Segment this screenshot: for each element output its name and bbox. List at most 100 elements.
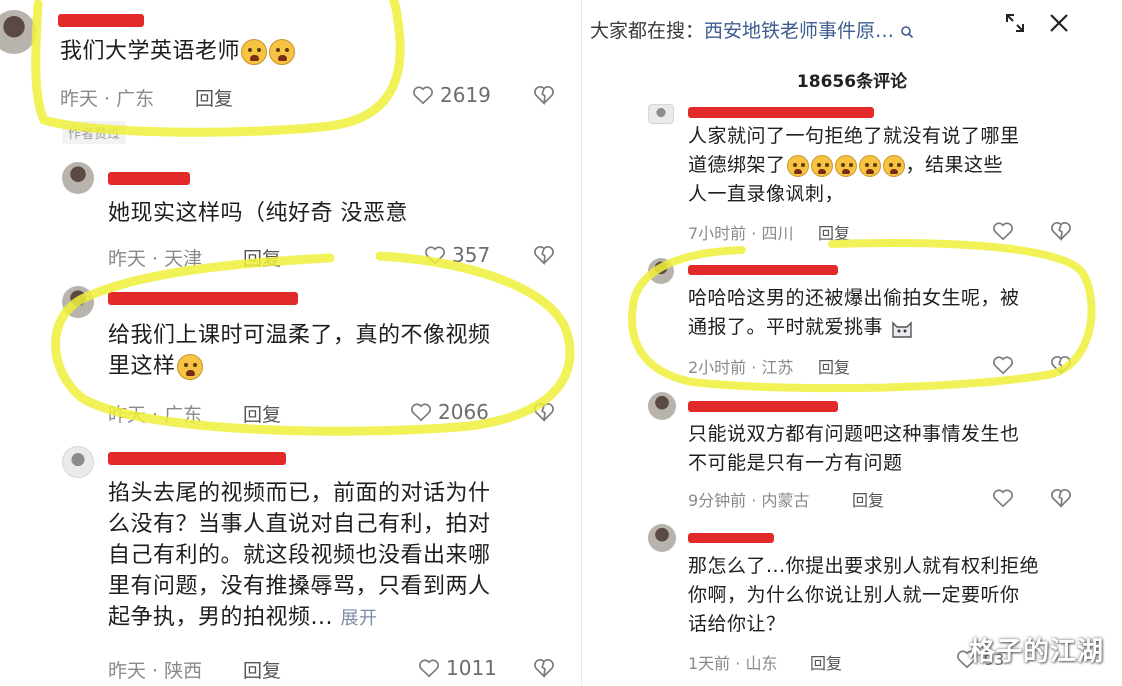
redacted-username — [688, 107, 874, 118]
expand-link[interactable]: 展开 — [340, 608, 377, 629]
redacted-username — [108, 452, 286, 465]
dislike-icon[interactable] — [1050, 487, 1072, 509]
comment-text-line: 自己有利的。就这段视频也没看出来哪 — [108, 543, 491, 568]
comment-text: 掐头去尾的视频而已，前面的对话为什 么没有？当事人直说对自己有利，拍对 自己有利… — [108, 478, 578, 634]
heart-icon[interactable] — [992, 488, 1014, 508]
heart-icon — [413, 86, 433, 105]
reply-button[interactable]: 回复 — [810, 650, 842, 674]
author-liked-badge: 作者赞过 — [62, 121, 127, 144]
comment-time-location: 昨天 · 天津 — [108, 248, 203, 270]
search-prefix: 大家都在搜： — [590, 20, 705, 42]
dislike-icon[interactable] — [533, 401, 555, 423]
comment-text-line: 里这样 — [108, 351, 578, 382]
comment-text-line: 么没有？当事人直说对自己有利，拍对 — [108, 512, 491, 537]
like-count: 2066 — [438, 400, 489, 424]
redacted-username — [108, 292, 298, 305]
avatar[interactable] — [62, 446, 94, 478]
watermark-text: 格子的江湖 — [968, 637, 1104, 667]
comment-text-line: 掐头去尾的视频而已，前面的对话为什 — [108, 481, 491, 506]
dislike-icon[interactable] — [533, 244, 555, 266]
comment-time-location: 昨天 · 广东 — [108, 404, 203, 426]
redacted-username — [688, 265, 838, 275]
comment-text-line: 里有问题，没有推搡辱骂，只看到两人 — [108, 574, 491, 599]
heart-icon — [425, 246, 445, 265]
comment-text-content: 通报了。平时就爱挑事 — [688, 316, 884, 338]
crying-emoji-icon — [269, 39, 296, 65]
laughing-emoji-icon — [834, 154, 857, 177]
comment-time-location: 昨天 · 广东 — [60, 88, 155, 110]
like-count: 1011 — [446, 656, 497, 680]
like-count: 2619 — [440, 83, 491, 107]
laughing-emoji-icon — [858, 154, 881, 177]
reply-button[interactable]: 回复 — [818, 220, 850, 244]
search-icon — [901, 25, 914, 38]
comment-text-content: 我们大学英语老师 — [60, 39, 241, 64]
avatar[interactable] — [648, 104, 674, 124]
comment-item: 人家就问了一句拒绝了就没有说了哪里 道德绑架了 ，结果这些 人一直录像讽刺， 7小… — [582, 100, 1122, 245]
redacted-username — [108, 172, 190, 185]
heart-icon — [419, 659, 439, 678]
avatar[interactable] — [648, 258, 674, 284]
comment-text: 只能说双方都有问题吧这种事情发生也 不可能是只有一方有问题 — [688, 420, 1118, 478]
laughing-emoji-icon — [810, 154, 833, 177]
comment-time-location: 1天前 · 山东 — [688, 654, 778, 673]
reply-button[interactable]: 回复 — [852, 487, 884, 511]
close-icon[interactable] — [1046, 10, 1072, 36]
comment-text-content: ，结果这些 — [905, 154, 1004, 176]
cat-emoji-icon — [891, 320, 912, 338]
comment-text-content: 起争执，男的拍视频... — [108, 605, 333, 630]
like-button[interactable]: 2619 — [412, 83, 491, 107]
comment-time-location: 9分钟前 · 内蒙古 — [688, 491, 810, 510]
comment-item: 只能说双方都有问题吧这种事情发生也 不可能是只有一方有问题 9分钟前 · 内蒙古… — [582, 390, 1122, 515]
avatar[interactable] — [648, 392, 676, 420]
comment-text-line: 起争执，男的拍视频... 展开 — [108, 602, 578, 634]
dislike-icon[interactable] — [1050, 354, 1072, 376]
comment-text-line: 人一直录像讽刺， — [688, 183, 845, 205]
comment-item: 我们大学英语老师 昨天 · 广东 回复 2619 作者赞过 — [0, 0, 582, 144]
comment-time-location: 2小时前 · 江苏 — [688, 358, 794, 377]
comment-text-line: 给我们上课时可温柔了，真的不像视频 — [108, 323, 491, 348]
like-count: 357 — [452, 243, 491, 267]
like-button[interactable]: 2066 — [410, 400, 489, 424]
dislike-icon[interactable] — [533, 84, 555, 106]
reply-button[interactable]: 回复 — [195, 84, 233, 111]
comment-text-line: 不可能是只有一方有问题 — [688, 452, 903, 474]
comment-time-location: 7小时前 · 四川 — [688, 224, 794, 243]
heart-icon[interactable] — [992, 221, 1014, 241]
comment-text-content: 道德绑架了 — [688, 154, 786, 176]
dislike-icon[interactable] — [533, 657, 555, 679]
comment-text: 哈哈哈这男的还被爆出偷拍女生呢，被 通报了。平时就爱挑事 — [688, 284, 1118, 342]
comment-text-line: 只能说双方都有问题吧这种事情发生也 — [688, 423, 1020, 445]
comment-text-content: 里这样 — [108, 354, 176, 379]
redacted-username — [688, 401, 838, 412]
comment-time-location: 昨天 · 陕西 — [108, 660, 203, 682]
reply-button[interactable]: 回复 — [243, 400, 281, 427]
comment-text: 我们大学英语老师 — [60, 36, 296, 67]
like-button[interactable]: 1011 — [418, 656, 497, 680]
reply-button[interactable]: 回复 — [243, 656, 281, 683]
hot-search-bar[interactable]: 大家都在搜：西安地铁老师事件原… — [590, 16, 914, 43]
avatar[interactable] — [62, 286, 94, 318]
reply-button[interactable]: 回复 — [818, 354, 850, 378]
right-comment-panel: 大家都在搜：西安地铁老师事件原… 18656条评论 人家就问了一句拒绝了就没有说… — [582, 0, 1122, 686]
comment-item: 给我们上课时可温柔了，真的不像视频 里这样 昨天 · 广东 回复 2066 — [0, 276, 582, 436]
search-term-link[interactable]: 西安地铁老师事件原… — [704, 20, 894, 42]
laughing-emoji-icon — [882, 154, 905, 177]
left-comment-panel: 我们大学英语老师 昨天 · 广东 回复 2619 作者赞过 她现实这样吗（纯好奇… — [0, 0, 582, 686]
avatar[interactable] — [62, 162, 94, 194]
minimize-icon[interactable] — [1002, 10, 1028, 36]
comment-text: 她现实这样吗（纯好奇 没恶意 — [108, 201, 408, 226]
dislike-icon[interactable] — [1050, 220, 1072, 242]
comment-item: 她现实这样吗（纯好奇 没恶意 昨天 · 天津 回复 357 — [0, 150, 582, 270]
comment-text-line: 那怎么了...你提出要求别人就有权利拒绝 — [688, 555, 1040, 577]
reply-button[interactable]: 回复 — [243, 244, 281, 271]
like-button[interactable]: 357 — [424, 243, 490, 267]
comment-text: 那怎么了...你提出要求别人就有权利拒绝 你啊，为什么你说让别人就一定要听你 话… — [688, 552, 1118, 639]
comment-count-title: 18656条评论 — [796, 72, 908, 92]
comment-text: 人家就问了一句拒绝了就没有说了哪里 道德绑架了 ，结果这些 人一直录像讽刺， — [688, 122, 1118, 209]
redacted-username — [688, 533, 774, 543]
heart-icon[interactable] — [992, 355, 1014, 375]
comment-item: 掐头去尾的视频而已，前面的对话为什 么没有？当事人直说对自己有利，拍对 自己有利… — [0, 440, 582, 686]
avatar[interactable] — [0, 10, 36, 54]
avatar[interactable] — [648, 524, 676, 552]
